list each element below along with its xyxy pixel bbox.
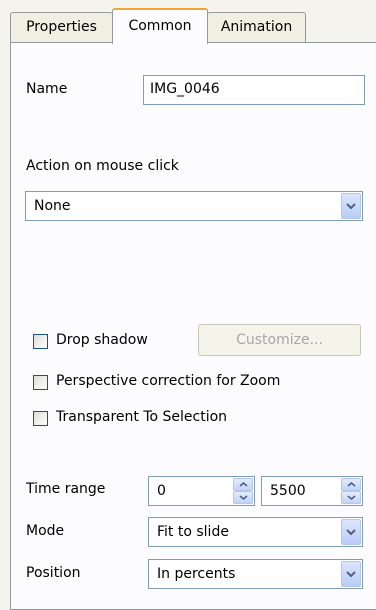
customize-button-label: Customize... (236, 332, 323, 348)
time-range-end-value: 5500 (270, 483, 306, 499)
name-value: IMG_0046 (150, 81, 220, 97)
name-field[interactable]: IMG_0046 (143, 75, 365, 105)
time-range-label: Time range (26, 481, 106, 497)
action-selected: None (34, 198, 71, 214)
tab-bar: Properties Common Animation (0, 0, 376, 44)
position-dropdown[interactable]: In percents (148, 559, 363, 589)
mode-dropdown[interactable]: Fit to slide (148, 517, 363, 547)
time-range-start-field[interactable]: 0 (148, 476, 255, 506)
mode-selected: Fit to slide (157, 524, 229, 540)
position-label: Position (26, 565, 81, 581)
position-selected: In percents (157, 566, 236, 582)
chevron-down-icon[interactable] (341, 561, 361, 587)
time-range-end-field[interactable]: 5500 (261, 476, 363, 506)
name-label: Name (26, 81, 68, 97)
arrow-down-icon[interactable] (341, 491, 361, 504)
drop-shadow-checkbox[interactable] (33, 334, 48, 349)
tab-properties-label: Properties (26, 19, 97, 35)
tab-animation-label: Animation (220, 19, 293, 35)
action-dropdown[interactable]: None (25, 191, 363, 221)
time-range-start-value: 0 (157, 483, 166, 499)
transparent-checkbox[interactable] (33, 411, 48, 426)
tab-common[interactable]: Common (112, 8, 208, 44)
tab-properties[interactable]: Properties (10, 12, 113, 42)
perspective-label: Perspective correction for Zoom (56, 373, 281, 389)
transparent-label: Transparent To Selection (56, 409, 228, 425)
arrow-up-icon[interactable] (233, 478, 253, 491)
common-panel: Name IMG_0046 Action on mouse click None… (10, 42, 376, 610)
chevron-down-icon[interactable] (341, 519, 361, 545)
arrow-up-icon[interactable] (341, 478, 361, 491)
action-label: Action on mouse click (26, 158, 179, 174)
tab-common-label: Common (128, 18, 192, 34)
customize-button[interactable]: Customize... (198, 324, 361, 356)
drop-shadow-label: Drop shadow (56, 332, 148, 348)
tab-animation[interactable]: Animation (207, 12, 306, 42)
perspective-checkbox[interactable] (33, 375, 48, 390)
chevron-down-icon[interactable] (341, 193, 361, 219)
mode-label: Mode (26, 523, 65, 539)
arrow-down-icon[interactable] (233, 491, 253, 504)
